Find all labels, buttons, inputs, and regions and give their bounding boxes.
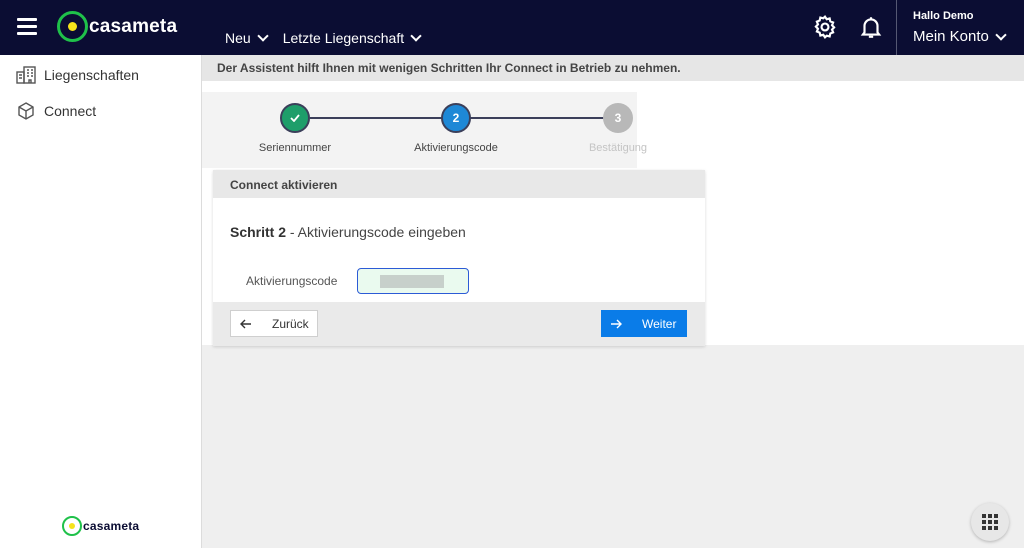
nav-letzte-label: Letzte Liegenschaft xyxy=(282,30,405,46)
chevron-down-icon xyxy=(257,30,269,42)
card-step-title: Schritt 2 - Aktivierungscode eingeben xyxy=(230,224,466,240)
sidebar-logo-text: casameta xyxy=(83,519,140,533)
apps-grid-button[interactable] xyxy=(971,503,1009,541)
account-dropdown[interactable]: Mein Konto xyxy=(913,28,1024,45)
buildings-icon xyxy=(16,66,36,84)
header-logo[interactable]: casameta xyxy=(57,11,177,42)
card-footer: Zurück Weiter xyxy=(213,302,705,346)
bell-icon[interactable] xyxy=(858,14,884,40)
sidebar-item-liegenschaften[interactable]: Liegenschaften xyxy=(0,57,201,93)
sidebar-item-label: Connect xyxy=(44,103,97,119)
step-title-bold: Schritt 2 xyxy=(230,224,287,240)
sidebar-logo: casameta xyxy=(62,516,139,536)
checkmark-icon xyxy=(290,114,300,122)
nav-neu[interactable]: Neu xyxy=(225,30,269,46)
step-3-label: Bestätigung xyxy=(588,142,648,154)
casameta-logo-icon xyxy=(62,516,82,536)
step-1-label: Seriennummer xyxy=(258,142,332,154)
step-2-circle: 2 xyxy=(441,103,471,133)
step-connector xyxy=(470,117,608,119)
sidebar-item-connect[interactable]: Connect xyxy=(0,93,201,129)
activation-code-input[interactable] xyxy=(357,268,469,294)
main-nav: Neu Letzte Liegenschaft xyxy=(225,30,436,46)
next-button[interactable]: Weiter xyxy=(601,310,687,337)
gear-icon[interactable] xyxy=(812,14,838,40)
logo-text: casameta xyxy=(89,15,178,37)
connect-activation-card: Connect aktivieren Schritt 2 - Aktivieru… xyxy=(213,170,705,346)
top-header: casameta Neu Letzte Liegenschaft Hallo D… xyxy=(0,0,1024,55)
redacted-value xyxy=(380,275,444,288)
arrow-left-icon xyxy=(240,319,251,328)
hamburger-menu-icon[interactable] xyxy=(17,18,37,35)
nav-neu-label: Neu xyxy=(225,30,251,46)
step-connector xyxy=(310,117,456,119)
greeting-text: Hallo Demo xyxy=(913,10,974,22)
casameta-logo-icon xyxy=(57,11,88,42)
account-menu[interactable]: Hallo Demo Mein Konto xyxy=(896,0,1024,55)
back-button[interactable]: Zurück xyxy=(230,310,318,337)
step-1-circle xyxy=(280,103,310,133)
nav-letzte-liegenschaft[interactable]: Letzte Liegenschaft xyxy=(282,30,422,46)
step-title-rest: - Aktivierungscode eingeben xyxy=(286,224,466,240)
sidebar: Liegenschaften Connect casameta xyxy=(0,55,202,548)
sidebar-item-label: Liegenschaften xyxy=(44,67,139,83)
step-3-circle: 3 xyxy=(603,103,633,133)
chevron-down-icon xyxy=(995,28,1007,41)
assistant-info-bar: Der Assistent hilft Ihnen mit wenigen Sc… xyxy=(202,55,1024,81)
next-label: Weiter xyxy=(642,316,677,331)
arrow-right-icon xyxy=(611,319,622,328)
wizard-stepper: 2 3 Seriennummer Aktivierungscode Bestät… xyxy=(202,92,647,168)
grid-icon xyxy=(982,514,998,530)
back-label: Zurück xyxy=(272,316,309,331)
card-header: Connect aktivieren xyxy=(213,170,705,198)
cube-icon xyxy=(18,102,34,120)
chevron-down-icon xyxy=(410,30,422,42)
activation-code-label: Aktivierungscode xyxy=(246,274,338,288)
account-label: Mein Konto xyxy=(913,28,989,45)
step-2-label: Aktivierungscode xyxy=(414,142,498,154)
